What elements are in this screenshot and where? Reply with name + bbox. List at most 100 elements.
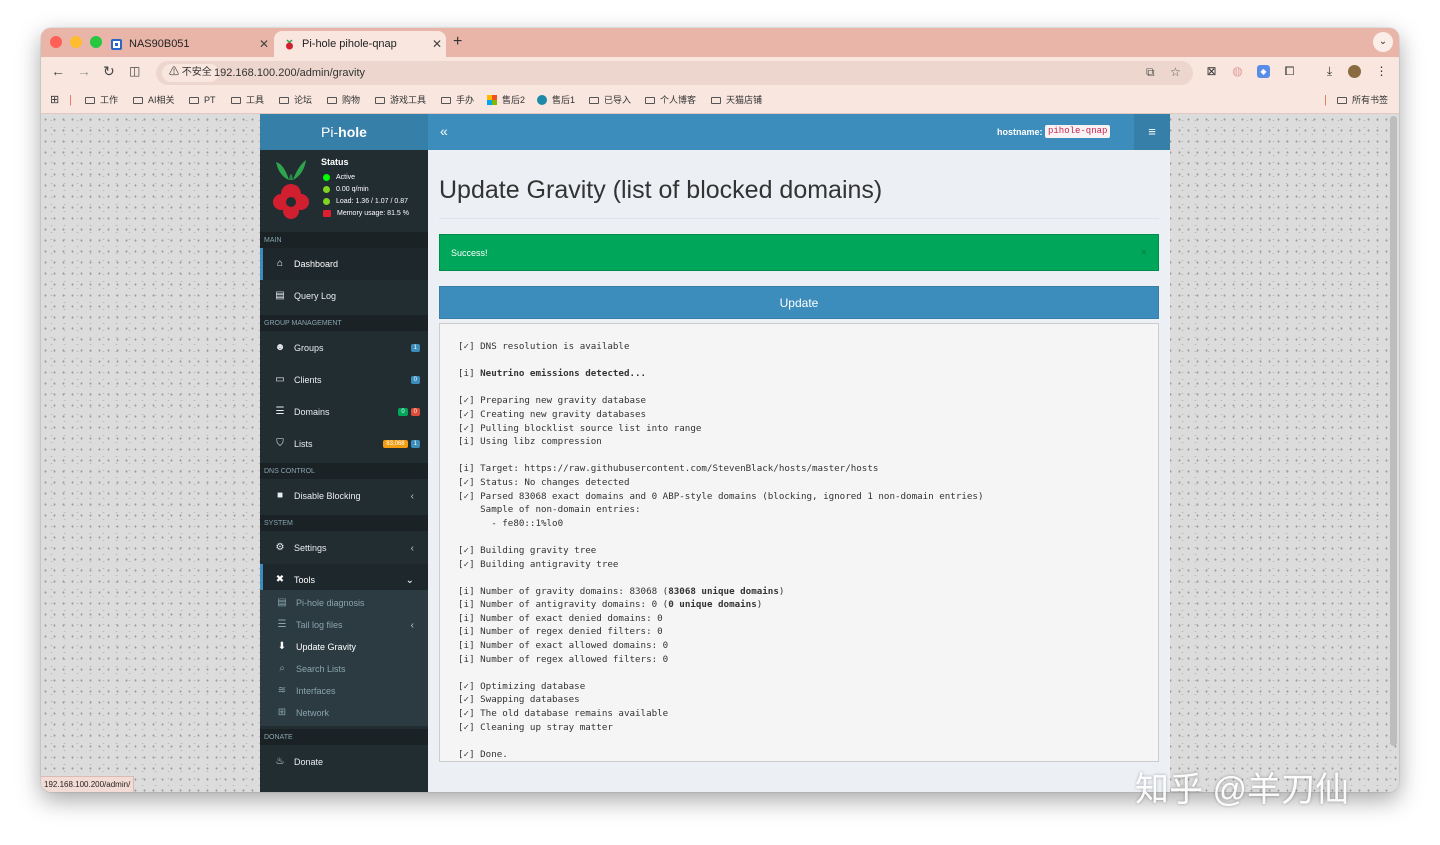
pihole-logo[interactable]: Pi-hole [260, 114, 428, 150]
groups-count-badge: 1 [410, 344, 420, 352]
apps-grid-icon[interactable]: ⊞ [50, 89, 59, 111]
check-marker: [✓] [458, 748, 481, 760]
submenu-item-update-gravity[interactable]: ⬇ Update Gravity [260, 636, 428, 658]
translate-icon[interactable]: ⧉ [1146, 65, 1155, 80]
reload-icon[interactable]: ↻ [103, 63, 115, 80]
submenu-item-diagnosis[interactable]: ▤ Pi-hole diagnosis [260, 592, 428, 614]
profile-avatar[interactable] [1348, 65, 1361, 78]
url-text[interactable]: 192.168.100.200/admin/gravity [214, 61, 365, 85]
reader-mode-icon[interactable]: ◫ [129, 64, 140, 78]
document-icon: ▤ [275, 290, 285, 301]
bookmark-folder-pt[interactable]: PT [189, 89, 216, 111]
sidebar-item-lists[interactable]: ⛉ Lists 83,068 1 [260, 428, 428, 460]
sidebar-item-settings[interactable]: ⚙ Settings ‹ [260, 532, 428, 564]
raspberry-logo-icon [273, 160, 309, 219]
bookmark-folder-gametools[interactable]: 游戏工具 [375, 89, 426, 111]
sidebar-item-domains[interactable]: ☰ Domains 0 0 [260, 396, 428, 428]
bookmark-folder-work[interactable]: 工作 [85, 89, 118, 111]
check-marker: [✓] [458, 558, 481, 570]
address-bar[interactable]: ⚠ 不安全 192.168.100.200/admin/gravity ⧉ ☆ [156, 61, 1193, 85]
all-bookmarks[interactable]: 所有书签 [1337, 89, 1388, 111]
extensions-puzzle-icon[interactable]: ⧠ [1283, 65, 1296, 78]
chevron-left-icon: ‹ [410, 619, 414, 631]
tab-close-icon[interactable]: ✕ [428, 37, 446, 51]
log-text: Number of exact denied domains: 0 [480, 612, 663, 624]
extension-3-icon[interactable]: ◆ [1257, 65, 1270, 78]
download-icon[interactable]: ⤓ [1323, 65, 1336, 78]
submenu-item-tail-log[interactable]: ☰ Tail log files ‹ [260, 614, 428, 636]
page-scrollbar[interactable] [1390, 116, 1397, 746]
gravity-output-log: [✓] DNS resolution is available [i] Neutr… [439, 323, 1159, 762]
tab-pihole[interactable]: Pi-hole pihole-qnap ✕ [274, 31, 446, 57]
bookmark-folder-ai[interactable]: AI相关 [133, 89, 175, 111]
log-text: [✓] DNS resolution is available [i] Neutr… [458, 340, 1140, 761]
sidebar-item-dashboard[interactable]: ⌂ Dashboard [260, 248, 428, 280]
forward-icon[interactable]: → [77, 63, 91, 79]
log-line: [✓] Cleaning up stray matter [458, 721, 1140, 735]
log-text: Using libz compression [480, 436, 602, 448]
sidebar-item-query-log[interactable]: ▤ Query Log [260, 280, 428, 312]
link-status-bar: 192.168.100.200/admin/ [41, 776, 135, 792]
sidebar-item-donate[interactable]: ♨ Donate [260, 746, 428, 778]
bookmark-folder-imported[interactable]: 已导入 [589, 89, 631, 111]
warning-icon: ⚠ [169, 67, 179, 78]
log-line: Sample of non-domain entries: [458, 503, 1140, 517]
status-text: Load: 1.36 / 1.07 / 0.87 [336, 198, 409, 205]
sidebar-toggle-icon[interactable]: « [440, 123, 448, 139]
log-text: ) [778, 585, 785, 597]
sidebar-item-groups[interactable]: ☻ Groups 1 [260, 332, 428, 364]
extension-1-icon[interactable]: ⊠ [1205, 65, 1218, 78]
security-indicator[interactable]: ⚠ 不安全 [162, 64, 219, 82]
status-dot-icon [323, 198, 330, 205]
sidebar-item-label: Lists [294, 439, 313, 449]
browser-window: NAS90B051 ✕ Pi-hole pihole-qnap ✕ + ⌄ ← … [41, 28, 1399, 792]
log-line: [✓] Pulling blocklist source list into r… [458, 422, 1140, 436]
bookmark-folder-tools[interactable]: 工具 [231, 89, 264, 111]
info-marker: [i] [458, 640, 481, 652]
new-tab-icon[interactable]: + [453, 33, 462, 51]
submenu-item-network[interactable]: ⊞ Network [260, 702, 428, 724]
bookmark-folder-figures[interactable]: 手办 [441, 89, 474, 111]
submenu-item-label: Update Gravity [296, 642, 357, 652]
bookmark-folder-shopping[interactable]: 购物 [327, 89, 360, 111]
back-icon[interactable]: ← [51, 63, 65, 79]
bookmark-label: 售后2 [502, 95, 526, 105]
sidebar-item-disable-blocking[interactable]: ■ Disable Blocking ‹ [260, 480, 428, 512]
sidebar-item-label: Domains [294, 407, 330, 417]
bookmark-folder-blog[interactable]: 个人博客 [645, 89, 696, 111]
sidebar-item-clients[interactable]: ▭ Clients 0 [260, 364, 428, 396]
more-menu-icon[interactable]: ⋮ [1375, 65, 1388, 78]
log-text: Number of regex allowed filters: 0 [480, 653, 669, 665]
minimize-window-button[interactable] [70, 36, 82, 48]
log-text: Status: No changes detected [480, 476, 630, 488]
submenu-item-search-lists[interactable]: ⌕ Search Lists [260, 658, 428, 680]
update-button[interactable]: Update [439, 286, 1159, 319]
bookmark-folder-tmall[interactable]: 天猫店铺 [711, 89, 762, 111]
close-icon[interactable]: × [1141, 235, 1147, 272]
tab-nas[interactable]: NAS90B051 ✕ [101, 31, 273, 57]
log-line: [✓] Parsed 83068 exact domains and 0 ABP… [458, 490, 1140, 504]
submenu-item-interfaces[interactable]: ≋ Interfaces [260, 680, 428, 702]
close-window-button[interactable] [50, 36, 62, 48]
lists-domains-badge: 83,068 [383, 440, 408, 448]
raspberry-favicon-icon [284, 38, 295, 50]
arrow-circle-down-icon: ⬇ [277, 641, 287, 652]
log-line: [i] Number of regex allowed filters: 0 [458, 653, 1140, 667]
extension-2-icon[interactable]: ◍ [1231, 65, 1244, 78]
info-marker: [i] [458, 599, 481, 611]
log-text: Cleaning up stray matter [480, 721, 613, 733]
bookmark-folder-forum[interactable]: 论坛 [279, 89, 312, 111]
bookmark-aftersales-2[interactable]: 售后2 [487, 89, 525, 111]
hostname-value: pihole-qnap [1045, 125, 1111, 138]
section-header-dns: DNS CONTROL [260, 463, 428, 479]
network-icon: ⊞ [277, 707, 287, 718]
bookmark-aftersales-1[interactable]: 售后1 [537, 89, 575, 111]
tab-search-icon[interactable]: ⌄ [1373, 32, 1393, 52]
bookmark-star-icon[interactable]: ☆ [1170, 65, 1181, 79]
hamburger-menu-icon[interactable]: ≡ [1134, 114, 1170, 150]
bookmark-label: AI相关 [148, 95, 175, 105]
tab-close-icon[interactable]: ✕ [255, 37, 273, 51]
users-icon: ☻ [274, 342, 286, 353]
